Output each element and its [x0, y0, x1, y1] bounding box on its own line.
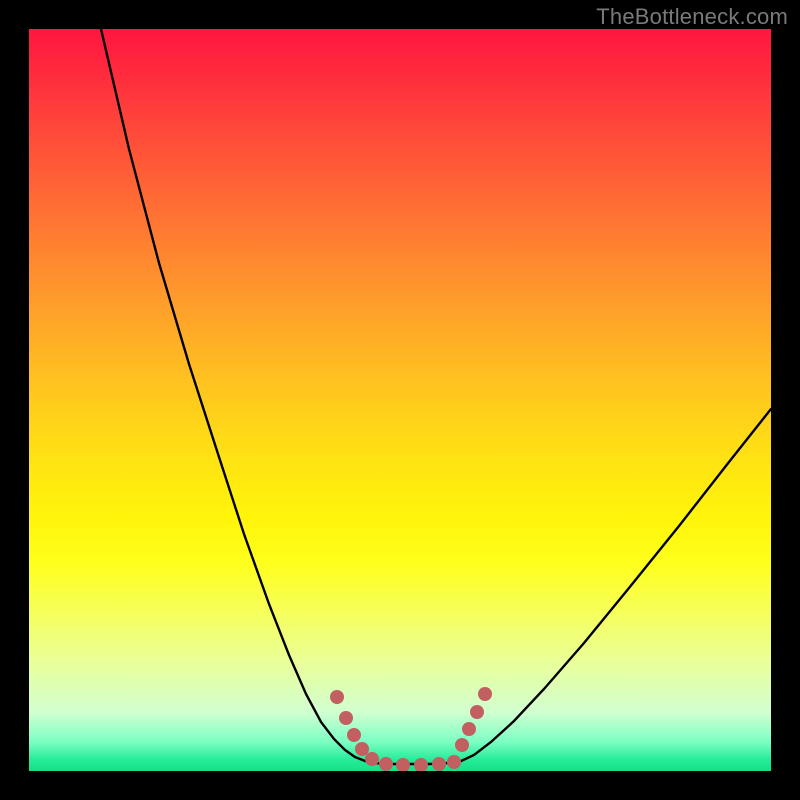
marker-dot [414, 758, 428, 771]
bottleneck-curve [101, 29, 771, 764]
plot-area [29, 29, 771, 771]
curve-svg [29, 29, 771, 771]
marker-dot [330, 690, 344, 704]
marker-dot [470, 705, 484, 719]
marker-dot [379, 757, 393, 771]
marker-dot [347, 728, 361, 742]
marker-dot [339, 711, 353, 725]
marker-dot [447, 755, 461, 769]
marker-dot [355, 742, 369, 756]
marker-dot [432, 757, 446, 771]
marker-dot [365, 752, 379, 766]
marker-dot [396, 758, 410, 771]
chart-frame: TheBottleneck.com [0, 0, 800, 800]
marker-dot [455, 738, 469, 752]
watermark-text: TheBottleneck.com [596, 4, 788, 30]
marker-dot [462, 722, 476, 736]
marker-dot [478, 687, 492, 701]
